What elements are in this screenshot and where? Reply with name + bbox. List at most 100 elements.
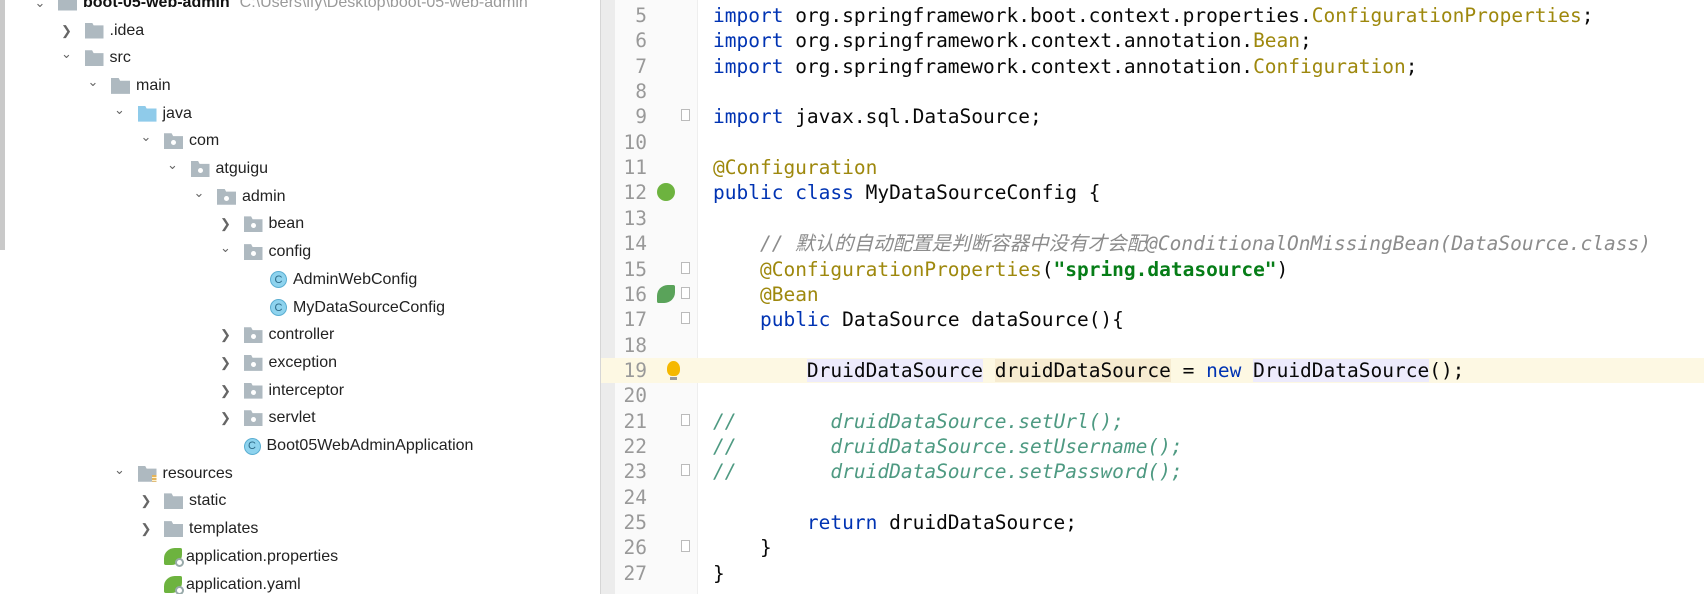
tree-item[interactable]: application.yaml xyxy=(136,571,301,594)
chevron-right-icon[interactable]: ❯ xyxy=(216,353,236,373)
chevron-down-icon[interactable]: ⌄ xyxy=(30,0,50,13)
code-line[interactable]: 21 // druidDataSource.setUrl(); xyxy=(601,409,1704,434)
chevron-down-icon[interactable]: ⌄ xyxy=(110,100,130,120)
chevron-down-icon[interactable]: ⌄ xyxy=(57,44,77,64)
code-line[interactable]: 14 // 默认的自动配置是判断容器中没有才会配@ConditionalOnMi… xyxy=(601,231,1704,256)
chevron-down-icon[interactable]: ⌄ xyxy=(110,460,130,480)
code-line[interactable]: 9 import javax.sql.DataSource; xyxy=(601,104,1704,129)
package-icon xyxy=(190,161,210,177)
intention-bulb-icon[interactable] xyxy=(667,360,680,380)
code-line[interactable]: 7 import org.springframework.context.anno… xyxy=(601,54,1704,79)
code-line[interactable]: 13 xyxy=(601,206,1704,231)
tree-item-label: static xyxy=(189,492,227,510)
code-line[interactable]: 18 xyxy=(601,333,1704,358)
code-line[interactable]: 27} xyxy=(601,561,1704,586)
code-line[interactable]: 15 @ConfigurationProperties("spring.data… xyxy=(601,257,1704,282)
code-token: ( xyxy=(1041,257,1054,281)
chevron-down-icon[interactable]: ⌄ xyxy=(189,183,209,203)
code-token: (); xyxy=(1429,358,1465,382)
code-line[interactable]: 26 } xyxy=(601,535,1704,560)
spring-bean-icon[interactable] xyxy=(657,284,675,303)
tree-item[interactable]: ⌄ resources xyxy=(110,460,233,487)
chevron-down-icon[interactable]: ⌄ xyxy=(163,155,183,175)
tree-item[interactable]: ❯ templates xyxy=(136,516,258,543)
code-line[interactable]: 6 import org.springframework.context.anno… xyxy=(601,28,1704,53)
code-line[interactable]: 20 xyxy=(601,383,1704,408)
code-editor[interactable]: 5 import org.springframework.boot.context… xyxy=(600,0,1704,594)
code-line[interactable]: 23 // druidDataSource.setPassword(); xyxy=(601,459,1704,484)
code-text: } xyxy=(713,561,725,586)
tree-item[interactable]: C MyDataSourceConfig xyxy=(242,294,445,321)
tree-item[interactable]: ❯ controller xyxy=(216,322,334,349)
spring-bean-config-icon[interactable] xyxy=(657,183,675,202)
code-line[interactable]: 11 @Configuration xyxy=(601,155,1704,180)
chevron-right-icon[interactable]: ❯ xyxy=(136,519,156,539)
fold-marker-icon[interactable] xyxy=(681,413,690,426)
tree-item[interactable]: ❯ interceptor xyxy=(216,377,344,404)
tree-item[interactable]: ⌄ com xyxy=(136,128,219,155)
line-number: 10 xyxy=(623,130,647,154)
tree-item[interactable]: application.properties xyxy=(136,543,338,570)
chevron-right-icon[interactable]: ❯ xyxy=(57,21,77,41)
tree-item[interactable]: C AdminWebConfig xyxy=(242,266,417,293)
package-icon xyxy=(243,216,263,233)
tree-item[interactable]: ⌄ atguigu xyxy=(163,155,268,183)
code-text: import org.springframework.context.annot… xyxy=(713,54,1417,79)
tree-item[interactable]: C Boot05WebAdminApplication xyxy=(216,433,473,460)
chevron-right-icon[interactable]: ❯ xyxy=(216,325,236,345)
chevron-down-icon[interactable]: ⌄ xyxy=(136,127,156,147)
tree-item[interactable]: ⌄ main xyxy=(83,72,171,99)
code-line[interactable]: 12 public class MyDataSourceConfig { xyxy=(601,180,1704,205)
class-icon: C xyxy=(270,271,287,289)
code-token: druidDataSource xyxy=(994,358,1171,382)
fold-marker-icon[interactable] xyxy=(681,109,690,122)
code-token: @Bean xyxy=(759,282,819,306)
tree-scrollbar[interactable] xyxy=(0,0,5,250)
code-token: ; xyxy=(1405,54,1418,78)
chevron-down-icon[interactable]: ⌄ xyxy=(216,238,236,258)
code-line[interactable]: 24 xyxy=(601,485,1704,510)
project-name: boot-05-web-admin xyxy=(83,0,230,11)
fold-marker-icon[interactable] xyxy=(681,540,690,553)
fold-marker-icon[interactable] xyxy=(681,464,690,477)
fold-marker-icon[interactable] xyxy=(681,312,690,325)
code-line[interactable]: 8 xyxy=(601,79,1704,104)
tree-item[interactable]: ⌄ config xyxy=(216,238,311,266)
code-token: return xyxy=(806,511,890,534)
code-token: org.springframework.boot.context.propert… xyxy=(795,4,1312,27)
chevron-right-icon[interactable]: ❯ xyxy=(136,491,156,511)
tree-item[interactable]: ❯ .idea xyxy=(57,17,145,44)
package-icon xyxy=(243,244,263,261)
code-line[interactable]: 5 import org.springframework.boot.context… xyxy=(601,3,1704,28)
tree-root[interactable]: ⌄ boot-05-web-admin C:\Users\lfy\Desktop… xyxy=(30,0,528,16)
code-text: public DataSource dataSource(){ xyxy=(713,307,1124,332)
line-number: 21 xyxy=(623,409,647,433)
code-line[interactable]: 25 return druidDataSource; xyxy=(601,510,1704,535)
project-tree-panel: ⌄ boot-05-web-admin C:\Users\lfy\Desktop… xyxy=(0,0,600,594)
code-line[interactable]: 19 DruidDataSource druidDataSource = new… xyxy=(601,357,1704,383)
code-line[interactable]: 17 public DataSource dataSource(){ xyxy=(601,307,1704,332)
tree-item[interactable]: ❯ servlet xyxy=(216,405,316,432)
chevron-right-icon[interactable]: ❯ xyxy=(216,214,236,234)
tree-item[interactable]: ❯ exception xyxy=(216,349,337,376)
chevron-right-icon[interactable]: ❯ xyxy=(216,408,236,428)
tree-item-label: bean xyxy=(268,215,305,233)
code-line[interactable]: 10 xyxy=(601,130,1704,155)
tree-item-label: application.properties xyxy=(186,547,339,565)
tree-item-label: servlet xyxy=(268,409,316,427)
chevron-down-icon[interactable]: ⌄ xyxy=(83,72,103,92)
tree-item-label: .idea xyxy=(109,21,145,39)
tree-item[interactable]: ❯ bean xyxy=(216,211,305,238)
tree-item[interactable]: ⌄ java xyxy=(110,100,192,127)
code-text: import org.springframework.context.annot… xyxy=(713,28,1312,53)
tree-item[interactable]: ⌄ admin xyxy=(189,183,286,210)
code-line[interactable]: 16 @Bean xyxy=(601,282,1704,307)
fold-marker-icon[interactable] xyxy=(681,261,690,274)
tree-item[interactable]: ⌄ src xyxy=(57,45,131,72)
tree-item[interactable]: ❯ static xyxy=(136,488,226,515)
code-text: // 默认的自动配置是判断容器中没有才会配@ConditionalOnMissi… xyxy=(713,231,1651,256)
fold-marker-icon[interactable] xyxy=(681,286,690,299)
chevron-right-icon[interactable]: ❯ xyxy=(216,381,236,401)
code-line[interactable]: 22 // druidDataSource.setUsername(); xyxy=(601,434,1704,459)
